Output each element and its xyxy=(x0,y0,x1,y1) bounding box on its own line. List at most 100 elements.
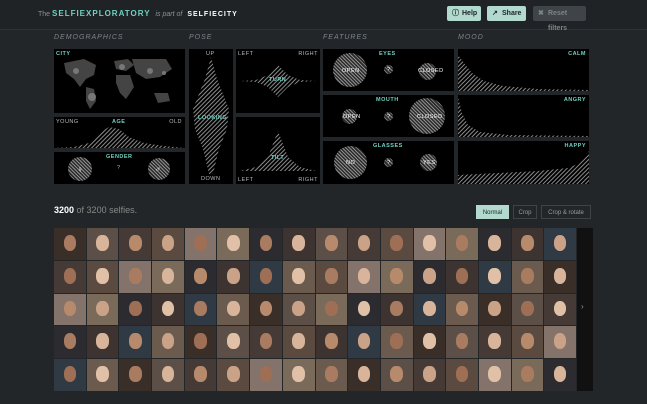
selfie-thumbnail[interactable] xyxy=(250,326,282,359)
selfie-thumbnail[interactable] xyxy=(152,326,184,359)
selfie-thumbnail[interactable] xyxy=(54,293,86,326)
selfie-thumbnail[interactable] xyxy=(511,326,544,359)
city-filter[interactable]: CITY xyxy=(54,49,185,113)
selfie-thumbnail[interactable] xyxy=(184,228,217,260)
angry-filter[interactable]: ANGRY xyxy=(458,95,589,137)
selfie-thumbnail[interactable] xyxy=(511,293,544,326)
selfie-thumbnail[interactable] xyxy=(544,359,576,391)
gender-unknown[interactable]: ? xyxy=(117,165,121,171)
selfie-thumbnail[interactable] xyxy=(152,359,184,391)
view-normal-button[interactable]: Normal xyxy=(476,205,509,219)
selfie-thumbnail[interactable] xyxy=(184,359,217,391)
tilt-filter[interactable]: TILT LEFT RIGHT xyxy=(236,117,320,184)
looking-filter[interactable]: UP LOOKING DOWN xyxy=(189,49,233,184)
selfie-thumbnail[interactable] xyxy=(478,359,511,391)
selfie-thumbnail[interactable] xyxy=(217,228,250,260)
selfie-thumbnail[interactable] xyxy=(413,326,446,359)
selfie-thumbnail[interactable] xyxy=(544,326,576,359)
selfie-thumbnail[interactable] xyxy=(413,260,446,293)
selfie-thumbnail[interactable] xyxy=(119,293,152,326)
selfie-thumbnail[interactable] xyxy=(282,228,315,260)
selfie-thumbnail[interactable] xyxy=(86,326,119,359)
selfie-thumbnail[interactable] xyxy=(119,260,152,293)
next-page-button[interactable]: › xyxy=(577,228,593,391)
selfie-thumbnail[interactable] xyxy=(250,228,282,260)
selfie-thumbnail[interactable] xyxy=(380,260,413,293)
selfie-thumbnail[interactable] xyxy=(348,260,380,293)
selfie-thumbnail[interactable] xyxy=(217,293,250,326)
selfie-thumbnail[interactable] xyxy=(119,326,152,359)
happy-filter[interactable]: HAPPY xyxy=(458,141,589,184)
selfie-thumbnail[interactable] xyxy=(217,260,250,293)
view-crop-button[interactable]: Crop xyxy=(513,205,537,219)
app-title[interactable]: SELFIEXPLORATORY xyxy=(52,9,151,18)
selfie-thumbnail[interactable] xyxy=(54,228,86,260)
mouth-filter[interactable]: MOUTH OPEN ? CLOSED xyxy=(323,95,454,137)
selfie-thumbnail[interactable] xyxy=(478,260,511,293)
selfie-thumbnail[interactable] xyxy=(413,293,446,326)
selfie-thumbnail[interactable] xyxy=(380,359,413,391)
selfie-thumbnail[interactable] xyxy=(54,326,86,359)
view-crop-rotate-button[interactable]: Crop & rotate xyxy=(541,205,591,219)
selfie-thumbnail[interactable] xyxy=(348,326,380,359)
selfie-thumbnail[interactable] xyxy=(315,359,348,391)
selfie-thumbnail[interactable] xyxy=(86,228,119,260)
selfie-thumbnail[interactable] xyxy=(446,359,478,391)
selfie-thumbnail[interactable] xyxy=(348,228,380,260)
selfie-thumbnail[interactable] xyxy=(217,326,250,359)
selfie-thumbnail[interactable] xyxy=(282,293,315,326)
selfie-thumbnail[interactable] xyxy=(119,228,152,260)
selfie-thumbnail[interactable] xyxy=(446,293,478,326)
selfie-thumbnail[interactable] xyxy=(446,260,478,293)
selfie-thumbnail[interactable] xyxy=(282,326,315,359)
turn-filter[interactable]: LEFT RIGHT TURN xyxy=(236,49,320,113)
selfie-thumbnail[interactable] xyxy=(478,228,511,260)
selfie-thumbnail[interactable] xyxy=(86,293,119,326)
selfie-thumbnail[interactable] xyxy=(380,326,413,359)
selfie-thumbnail[interactable] xyxy=(380,228,413,260)
selfie-thumbnail[interactable] xyxy=(184,293,217,326)
selfie-thumbnail[interactable] xyxy=(511,260,544,293)
selfie-thumbnail[interactable] xyxy=(544,293,576,326)
selfie-thumbnail[interactable] xyxy=(282,260,315,293)
calm-filter[interactable]: CALM xyxy=(458,49,589,91)
selfie-thumbnail[interactable] xyxy=(250,260,282,293)
age-filter[interactable]: YOUNG AGE OLD xyxy=(54,117,185,148)
selfie-thumbnail[interactable] xyxy=(413,359,446,391)
reset-filters-button[interactable]: ✖ Reset filters xyxy=(533,6,586,32)
selfie-thumbnail[interactable] xyxy=(315,260,348,293)
selfie-thumbnail[interactable] xyxy=(413,228,446,260)
gender-filter[interactable]: GENDER ♀ ? ♂ xyxy=(54,152,185,184)
selfie-thumbnail[interactable] xyxy=(119,359,152,391)
selfie-thumbnail[interactable] xyxy=(348,293,380,326)
selfie-thumbnail[interactable] xyxy=(152,293,184,326)
selfie-thumbnail[interactable] xyxy=(250,293,282,326)
selfie-thumbnail[interactable] xyxy=(380,293,413,326)
selfie-thumbnail[interactable] xyxy=(184,326,217,359)
selfie-thumbnail[interactable] xyxy=(282,359,315,391)
selfie-thumbnail[interactable] xyxy=(544,260,576,293)
selfie-thumbnail[interactable] xyxy=(217,359,250,391)
selfie-thumbnail[interactable] xyxy=(315,228,348,260)
selfie-thumbnail[interactable] xyxy=(315,326,348,359)
share-button[interactable]: ↗ Share xyxy=(487,6,526,21)
selfie-thumbnail[interactable] xyxy=(86,359,119,391)
selfie-thumbnail[interactable] xyxy=(446,228,478,260)
eyes-filter[interactable]: EYES OPEN ? CLOSED xyxy=(323,49,454,91)
selfie-thumbnail[interactable] xyxy=(54,260,86,293)
selfie-thumbnail[interactable] xyxy=(86,260,119,293)
selfie-thumbnail[interactable] xyxy=(152,260,184,293)
selfie-thumbnail[interactable] xyxy=(478,293,511,326)
help-button[interactable]: ⓘ Help xyxy=(447,6,481,21)
selfie-thumbnail[interactable] xyxy=(315,293,348,326)
selfie-thumbnail[interactable] xyxy=(511,228,544,260)
selfie-thumbnail[interactable] xyxy=(54,359,86,391)
parent-project-link[interactable]: SELFIECITY xyxy=(187,11,237,18)
selfie-thumbnail[interactable] xyxy=(544,228,576,260)
selfie-thumbnail[interactable] xyxy=(250,359,282,391)
glasses-filter[interactable]: GLASSES NO ? YES xyxy=(323,141,454,184)
selfie-thumbnail[interactable] xyxy=(184,260,217,293)
selfie-thumbnail[interactable] xyxy=(478,326,511,359)
selfie-thumbnail[interactable] xyxy=(446,326,478,359)
selfie-thumbnail[interactable] xyxy=(511,359,544,391)
